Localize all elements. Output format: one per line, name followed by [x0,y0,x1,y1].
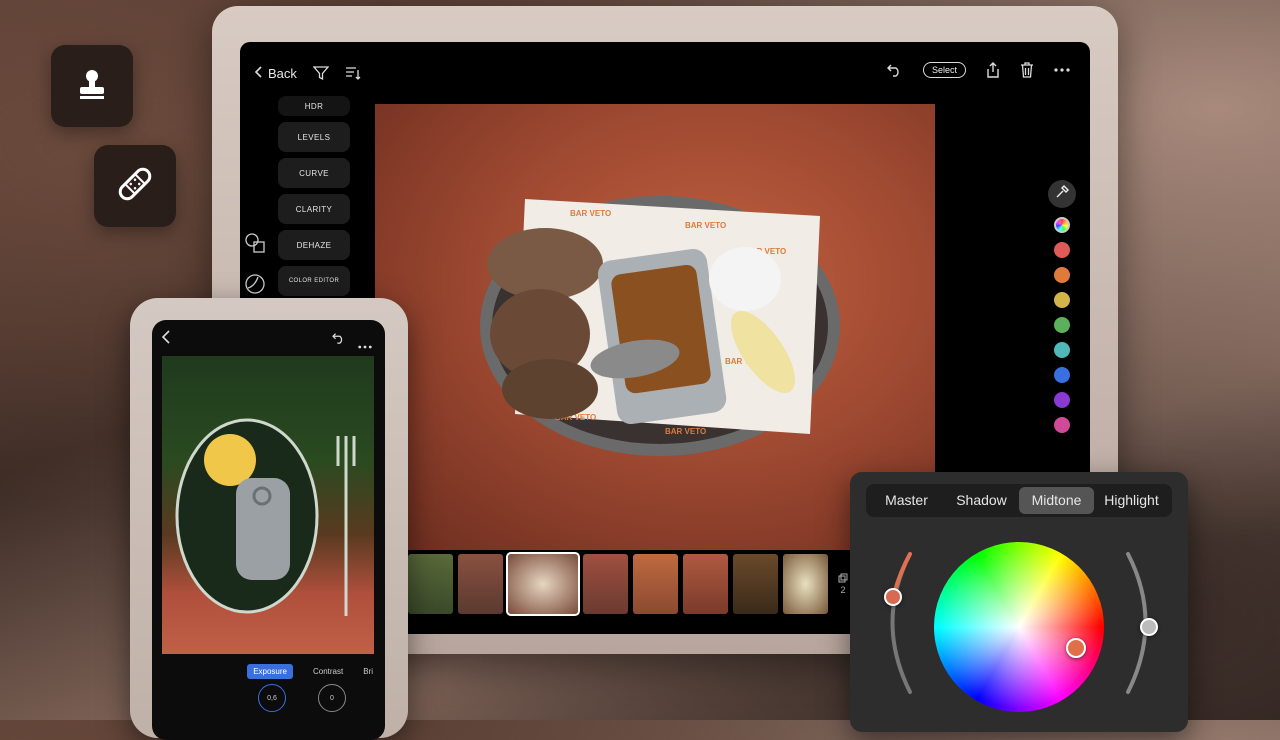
color-swatch-rail [1044,180,1080,433]
chevron-left-icon[interactable] [161,330,170,349]
filter-icon[interactable] [312,66,329,80]
mask-icon[interactable] [244,273,266,300]
filmstrip-thumb[interactable] [783,554,828,614]
filmstrip: 2 [408,551,878,617]
filmstrip-thumb[interactable] [733,554,778,614]
color-swatch-aqua[interactable] [1054,342,1070,358]
editor-toolbar: Back Select [240,42,1090,104]
tool-curve[interactable]: CURVE [278,158,350,188]
more-icon[interactable] [358,336,372,354]
saturation-knob[interactable] [884,588,902,606]
chevron-left-icon [254,65,262,81]
bandage-icon [113,162,157,211]
undo-icon[interactable] [332,331,346,349]
color-swatch-yellow[interactable] [1054,292,1070,308]
phone-food-photo [175,418,356,616]
stack-icon [838,573,848,585]
stamp-tool-button[interactable] [51,45,133,127]
tab-contrast[interactable]: Contrast [313,667,343,676]
tool-hdr[interactable]: HDR [278,96,350,116]
phone-device: Exposure Contrast Bri 0,6 0 [130,298,408,740]
eyedropper-button[interactable] [1048,180,1076,208]
tab-brightness[interactable]: Bri [363,667,373,676]
shapes-icon[interactable] [244,232,266,259]
healing-tool-button[interactable] [94,145,176,227]
more-icon[interactable] [1054,68,1070,72]
filmstrip-thumb[interactable] [458,554,503,614]
contrast-dial[interactable]: 0 [318,684,346,712]
color-swatch-blue[interactable] [1054,367,1070,383]
color-wheel-knob[interactable] [1066,638,1086,658]
tool-dehaze[interactable]: DEHAZE [278,230,350,260]
luminance-knob[interactable] [1140,618,1158,636]
tool-levels[interactable]: LEVELS [278,122,350,152]
tab-midtone[interactable]: Midtone [1019,487,1094,514]
sort-icon[interactable] [345,66,361,80]
wrapper-print: BAR VETO [685,221,726,230]
stack-count: 2 [840,585,846,595]
phone-photo-canvas[interactable] [162,356,374,654]
filmstrip-thumb-selected[interactable] [506,552,580,616]
filmstrip-thumb[interactable] [633,554,678,614]
color-swatch-all[interactable] [1054,217,1070,233]
color-swatch-green[interactable] [1054,317,1070,333]
undo-icon[interactable] [886,63,903,77]
wrapper-print: BAR VETO [665,427,706,436]
exposure-dial[interactable]: 0,6 [258,684,286,712]
filmstrip-thumb[interactable] [408,554,453,614]
tool-clarity[interactable]: CLARITY [278,194,350,224]
color-swatch-magenta[interactable] [1054,417,1070,433]
trash-icon[interactable] [1020,62,1034,78]
side-icon-column [244,232,266,300]
tool-color-editor[interactable]: COLOR EDITOR [278,266,350,296]
eyedropper-icon [1055,184,1069,204]
tab-master[interactable]: Master [869,487,944,514]
color-wheel[interactable] [934,542,1104,712]
tone-range-selector: Master Shadow Midtone Highlight [866,484,1172,517]
stamp-icon [72,64,112,109]
color-swatch-orange[interactable] [1054,267,1070,283]
tab-highlight[interactable]: Highlight [1094,487,1169,514]
color-grading-panel: Master Shadow Midtone Highlight [850,472,1188,732]
back-label: Back [268,65,297,81]
color-swatch-purple[interactable] [1054,392,1070,408]
tab-exposure[interactable]: Exposure [247,663,293,679]
saturation-arc-slider[interactable] [870,542,920,702]
share-icon[interactable] [986,62,1000,78]
adjustment-tool-list: HDR LEVELS CURVE CLARITY DEHAZE COLOR ED… [278,96,350,302]
color-swatch-red[interactable] [1054,242,1070,258]
back-button[interactable]: Back [254,66,297,81]
phone-screen: Exposure Contrast Bri 0,6 0 [152,320,385,740]
filmstrip-thumb[interactable] [583,554,628,614]
wrapper-print: BAR VETO [570,209,611,218]
tab-shadow[interactable]: Shadow [944,487,1019,514]
adjustment-tabs: Exposure Contrast Bri [152,656,385,686]
select-button[interactable]: Select [922,62,966,78]
filmstrip-thumb[interactable] [683,554,728,614]
